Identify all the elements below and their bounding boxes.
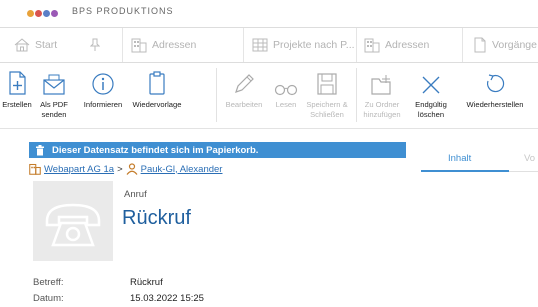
record-type: Anruf [124, 189, 147, 200]
record-title: Rückruf [122, 207, 191, 229]
tab-adressen-2[interactable]: Adressen [364, 28, 429, 62]
glasses-icon [271, 66, 301, 96]
ribbon-label: Als PDF senden [40, 100, 68, 119]
read-button[interactable]: Lesen [271, 66, 301, 110]
ribbon-label: Wiedervorlage [132, 100, 182, 109]
edit-button[interactable]: Bearbeiten [224, 66, 264, 110]
table-icon [252, 38, 268, 52]
tab-adressen-1[interactable]: Adressen [131, 28, 196, 62]
field-label-betreff: Betreff: [33, 277, 64, 288]
person-icon [126, 163, 138, 175]
tab-inhalt[interactable]: Inhalt [448, 153, 471, 164]
ribbon-label: Bearbeiten [225, 100, 263, 109]
field-value-betreff: Rückruf [130, 277, 163, 288]
add-to-folder-button[interactable]: Zu Ordner hinzufügen [360, 66, 404, 119]
tab-pin[interactable] [90, 28, 105, 62]
create-document-icon [0, 66, 34, 96]
telephone-icon [33, 203, 113, 265]
field-value-datum: 15.03.2022 15:25 [130, 293, 204, 304]
building-icon [29, 163, 41, 175]
brand-logo [27, 10, 67, 17]
delete-x-icon [414, 66, 448, 96]
ribbon-label: Wiederherstellen [466, 100, 524, 109]
ribbon-label: Endgültig löschen [415, 100, 447, 119]
ribbon-label: Informieren [83, 100, 123, 109]
home-icon [14, 38, 30, 52]
ribbon-label: Speichern & Schließen [306, 100, 348, 119]
folder-add-icon [360, 66, 404, 96]
field-label-datum: Datum: [33, 293, 64, 304]
tab-label: Projekte nach P... [273, 39, 355, 51]
breadcrumb-person-link[interactable]: Pauk-Gl, Alexander [141, 164, 223, 175]
restore-button[interactable]: Wiederherstellen [460, 66, 530, 110]
pdf-mail-icon [38, 66, 70, 96]
record-avatar [33, 181, 113, 261]
app-brand-bar: BPS PRODUKTIONS [0, 0, 538, 25]
inform-button[interactable]: Informieren [80, 66, 126, 110]
tab-label: Adressen [385, 39, 430, 51]
ribbon-toolbar: Erstellen Als PDF senden Informieren Wie… [0, 62, 538, 129]
tab-label: Adressen [152, 39, 197, 51]
breadcrumb: Webapart AG 1a > Pauk-Gl, Alexander [29, 163, 222, 175]
save-icon [304, 66, 350, 96]
breadcrumb-company-link[interactable]: Webapart AG 1a [44, 164, 114, 175]
ribbon-label: Erstellen [2, 100, 32, 109]
ribbon-label: Lesen [275, 100, 297, 109]
active-tab-indicator [421, 170, 509, 172]
tab-label: Start [35, 39, 58, 51]
tab-vorgaenge-panel[interactable]: Vo [524, 153, 535, 164]
trash-notice-banner: Dieser Datensatz befindet sich im Papier… [29, 142, 406, 158]
pin-icon [90, 38, 100, 52]
tab-label: Vorgänge [492, 39, 537, 51]
document-icon [473, 37, 487, 53]
panel-tabs: Inhalt Vo [406, 142, 538, 172]
document-tabs: Start Adressen Projekte nach P... Adress… [0, 27, 538, 63]
pdf-send-button[interactable]: Als PDF senden [38, 66, 70, 119]
info-icon [80, 66, 126, 96]
trash-icon [35, 144, 45, 156]
tab-vorgaenge[interactable]: Vorgänge [473, 28, 537, 62]
tab-start[interactable]: Start [14, 28, 57, 62]
building-icon [364, 37, 380, 53]
wiedervorlage-button[interactable]: Wiedervorlage [130, 66, 184, 110]
ribbon-label: Zu Ordner hinzufügen [363, 100, 401, 119]
banner-text: Dieser Datensatz befindet sich im Papier… [52, 144, 259, 156]
create-button[interactable]: Erstellen [0, 66, 34, 110]
restore-icon [460, 66, 530, 96]
tab-projekte[interactable]: Projekte nach P... [252, 28, 355, 62]
brand-name: BPS PRODUKTIONS [72, 6, 174, 16]
clipboard-icon [130, 66, 184, 96]
pencil-icon [224, 66, 264, 96]
breadcrumb-separator: > [117, 163, 123, 175]
building-icon [131, 37, 147, 53]
delete-permanently-button[interactable]: Endgültig löschen [414, 66, 448, 119]
save-close-button[interactable]: Speichern & Schließen [304, 66, 350, 119]
